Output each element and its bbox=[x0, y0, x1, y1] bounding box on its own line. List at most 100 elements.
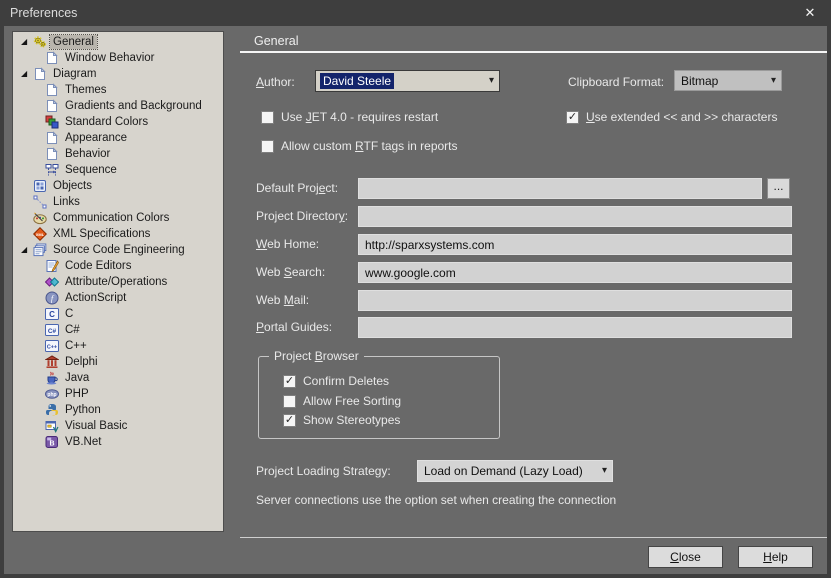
lang-c-icon: C bbox=[45, 307, 59, 321]
loading-strategy-label: Project Loading Strategy: bbox=[256, 464, 391, 478]
tree-item-appearance[interactable]: Appearance bbox=[13, 130, 223, 146]
tree-item-python[interactable]: Python bbox=[13, 402, 223, 418]
xml-diamond-icon: XML bbox=[33, 227, 47, 241]
sequence-icon bbox=[45, 163, 59, 177]
checkbox-confirm-deletes[interactable]: ✓ Confirm Deletes bbox=[283, 373, 389, 389]
tree-item-visual-basic[interactable]: Visual Basic bbox=[13, 418, 223, 434]
checkbox-confirm-deletes-label: Confirm Deletes bbox=[303, 374, 389, 388]
tree-item-label: Gradients and Background bbox=[62, 99, 205, 113]
color-squares-icon bbox=[45, 115, 59, 129]
tree-item-label: XML Specifications bbox=[50, 227, 153, 241]
objects-icon bbox=[33, 179, 47, 193]
svg-text:B: B bbox=[49, 440, 54, 447]
tree-item-behavior[interactable]: Behavior bbox=[13, 146, 223, 162]
portal-guides-input[interactable] bbox=[358, 317, 792, 338]
tree-item-label: Appearance bbox=[62, 131, 130, 145]
chevron-down-icon[interactable]: ▾ bbox=[489, 76, 499, 86]
clipboard-format-combobox[interactable]: Bitmap ▾ bbox=[674, 70, 782, 91]
tree-item-links[interactable]: Links bbox=[13, 194, 223, 210]
tree-item-themes[interactable]: Themes bbox=[13, 82, 223, 98]
web-home-input[interactable]: http://sparxsystems.com bbox=[358, 234, 792, 255]
page-icon bbox=[45, 51, 59, 65]
checkbox-allow-rtf[interactable]: Allow custom RTF tags in reports bbox=[261, 138, 458, 154]
checkbox-icon[interactable]: ✓ bbox=[283, 375, 296, 388]
svg-text:XML: XML bbox=[36, 232, 45, 237]
help-button[interactable]: Help bbox=[738, 546, 813, 568]
tree-expander-icon[interactable]: ◢ bbox=[21, 242, 33, 258]
checkbox-icon[interactable] bbox=[261, 140, 274, 153]
web-search-input[interactable]: www.google.com bbox=[358, 262, 792, 283]
checkbox-use-extended-label: Use extended << and >> characters bbox=[586, 110, 777, 124]
project-directory-label: Project Directory: bbox=[256, 209, 348, 223]
tree-item-java[interactable]: Java bbox=[13, 370, 223, 386]
default-project-label: Default Project: bbox=[256, 181, 338, 195]
section-divider bbox=[240, 51, 828, 53]
tree-item-window-behavior[interactable]: Window Behavior bbox=[13, 50, 223, 66]
tree-item-communication-colors[interactable]: Communication Colors bbox=[13, 210, 223, 226]
close-icon[interactable]: ✕ bbox=[795, 0, 825, 26]
default-project-input[interactable] bbox=[358, 178, 762, 199]
tree-expander-icon[interactable]: ◢ bbox=[21, 66, 33, 82]
titlebar[interactable]: Preferences ✕ bbox=[0, 0, 831, 26]
tree-item-objects[interactable]: Objects bbox=[13, 178, 223, 194]
tree-item-delphi[interactable]: Delphi bbox=[13, 354, 223, 370]
tree-item-vb-net[interactable]: B VB.Net bbox=[13, 434, 223, 450]
tree-item-attribute-operations[interactable]: Attribute/Operations bbox=[13, 274, 223, 290]
tree-expander-icon[interactable]: ◢ bbox=[21, 34, 33, 50]
chevron-down-icon[interactable]: ▾ bbox=[771, 76, 781, 86]
server-connections-note: Server connections use the option set wh… bbox=[256, 493, 616, 507]
checkbox-allow-rtf-label: Allow custom RTF tags in reports bbox=[281, 139, 458, 153]
portal-guides-label: Portal Guides: bbox=[256, 320, 332, 334]
tree-item-general[interactable]: ◢General bbox=[13, 34, 223, 50]
checkbox-icon[interactable]: ✓ bbox=[566, 111, 579, 124]
tree-item-label: Source Code Engineering bbox=[50, 243, 188, 257]
tree-item-standard-colors[interactable]: Standard Colors bbox=[13, 114, 223, 130]
footer-divider bbox=[240, 537, 828, 538]
author-label: Author: bbox=[256, 75, 295, 89]
web-mail-input[interactable] bbox=[358, 290, 792, 311]
java-cup-icon bbox=[45, 371, 59, 385]
palette-icon bbox=[33, 211, 47, 225]
tree-item-label: Code Editors bbox=[62, 259, 134, 273]
tree-item-label: ActionScript bbox=[62, 291, 129, 305]
clipboard-format-value: Bitmap bbox=[675, 74, 718, 88]
tree-item-label: Behavior bbox=[62, 147, 113, 161]
project-directory-input[interactable] bbox=[358, 206, 792, 227]
author-combobox[interactable]: David Steele ▾ bbox=[315, 70, 500, 92]
page-icon bbox=[45, 83, 59, 97]
gears-icon bbox=[33, 35, 47, 49]
tree-item-diagram[interactable]: ◢Diagram bbox=[13, 66, 223, 82]
tree-item-sequence[interactable]: Sequence bbox=[13, 162, 223, 178]
tree-item-c[interactable]: C++C++ bbox=[13, 338, 223, 354]
checkbox-use-extended[interactable]: ✓ Use extended << and >> characters bbox=[566, 109, 777, 125]
tree-item-actionscript[interactable]: fActionScript bbox=[13, 290, 223, 306]
page-icon bbox=[45, 99, 59, 113]
chevron-down-icon[interactable]: ▾ bbox=[602, 466, 612, 476]
tree-item-c[interactable]: C#C# bbox=[13, 322, 223, 338]
checkbox-allow-free-sorting[interactable]: Allow Free Sorting bbox=[283, 393, 401, 409]
tree-item-xml-specifications[interactable]: XML XML Specifications bbox=[13, 226, 223, 242]
checkbox-icon[interactable] bbox=[283, 395, 296, 408]
checkbox-icon[interactable]: ✓ bbox=[283, 414, 296, 427]
tree-item-c[interactable]: CC bbox=[13, 306, 223, 322]
tree-item-label: Themes bbox=[62, 83, 110, 97]
tree-item-label: Java bbox=[62, 371, 92, 385]
browse-button[interactable]: ... bbox=[767, 178, 790, 199]
php-icon: php bbox=[45, 387, 59, 401]
checkbox-show-stereotypes[interactable]: ✓Show Stereotypes bbox=[283, 412, 400, 428]
tree-item-label: C++ bbox=[62, 339, 90, 353]
checkbox-allow-free-sorting-label: Allow Free Sorting bbox=[303, 394, 401, 408]
loading-strategy-combobox[interactable]: Load on Demand (Lazy Load) ▾ bbox=[417, 460, 613, 482]
checkbox-use-jet[interactable]: Use JET 4.0 - requires restart bbox=[261, 109, 438, 125]
tree-item-source-code-engineering[interactable]: ◢ Source Code Engineering bbox=[13, 242, 223, 258]
tree-item-code-editors[interactable]: Code Editors bbox=[13, 258, 223, 274]
tree-item-label: Delphi bbox=[62, 355, 101, 369]
tree-item-label: Attribute/Operations bbox=[62, 275, 170, 289]
lang-csharp-icon: C# bbox=[45, 323, 59, 337]
tree-item-php[interactable]: phpPHP bbox=[13, 386, 223, 402]
tree-item-label: VB.Net bbox=[62, 435, 104, 449]
tree-item-label: Python bbox=[62, 403, 104, 417]
tree-item-gradients-and-background[interactable]: Gradients and Background bbox=[13, 98, 223, 114]
close-button[interactable]: Close bbox=[648, 546, 723, 568]
checkbox-icon[interactable] bbox=[261, 111, 274, 124]
